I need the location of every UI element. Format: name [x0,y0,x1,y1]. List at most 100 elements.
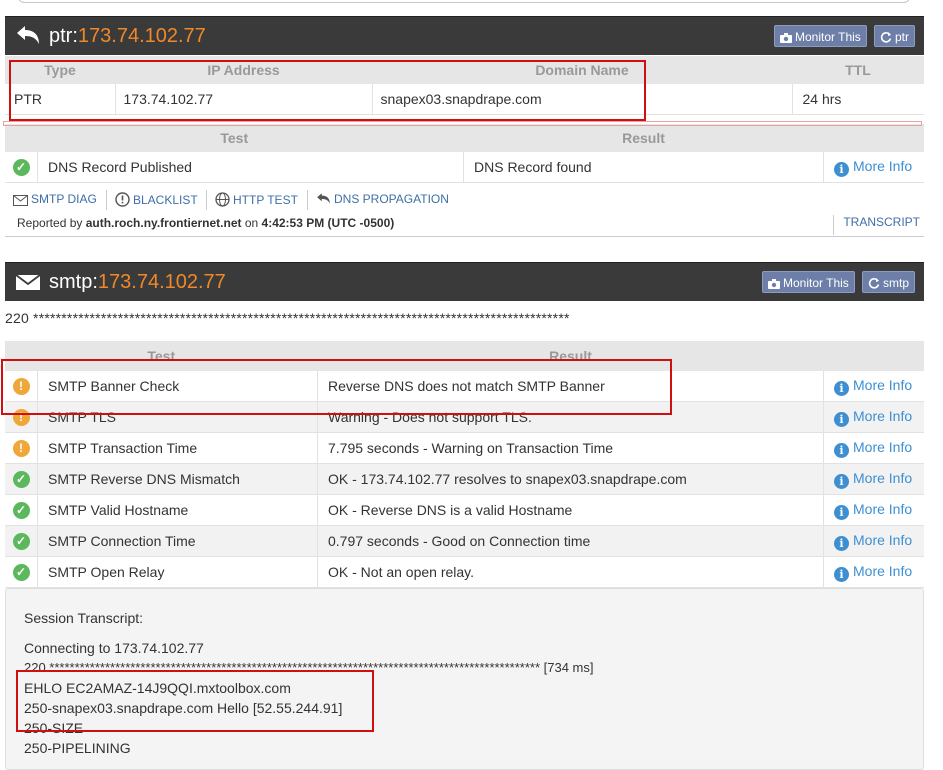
column-header: Test [5,341,318,371]
info-icon: i [834,473,849,489]
reply-arrow-icon [17,26,39,44]
transcript-link[interactable]: TRANSCRIPT [833,215,920,235]
smtp-header-bar: smtp:173.74.102.77 Monitor This smtp [5,262,924,301]
more-info-link[interactable]: i More Info [823,556,924,588]
transcript-line: 250-snapex03.snapdrape.com Hello [52.55.… [24,700,343,716]
smtp-banner-text: 220 ************************************… [5,310,570,326]
camera-icon [768,279,780,289]
column-header: Result [463,124,824,152]
record-type: PTR [5,84,115,115]
smtp-refresh-button[interactable]: smtp [862,271,916,293]
globe-icon [215,192,230,207]
test-result: 0.797 seconds - Good on Connection time [317,525,824,557]
envelope-icon [13,195,28,206]
alert-circle-icon [115,192,130,207]
table-row: PTR 173.74.102.77 snapex03.snapdrape.com… [5,84,924,115]
camera-icon [780,33,792,43]
test-result: OK - Not an open relay. [317,556,824,588]
transcript-line: 250-SIZE [24,720,84,736]
warning-icon: ! [12,409,30,426]
http-test-link[interactable]: HTTP TEST [215,192,298,207]
column-header: TTL [792,56,924,84]
test-name: SMTP Valid Hostname [37,494,318,526]
table-row: ✓ SMTP Reverse DNS Mismatch OK - 173.74.… [5,463,924,495]
refresh-icon [868,278,880,289]
table-row: ✓ DNS Record Published DNS Record found … [5,152,924,183]
test-result: 7.795 seconds - Warning on Transaction T… [317,432,824,464]
ptr-header-bar: ptr:173.74.102.77 Monitor This ptr [5,16,924,55]
transcript-line: 250-PIPELINING [24,740,131,756]
top-frame [18,0,910,3]
check-icon: ✓ [12,533,30,550]
more-info-link[interactable]: i More Info [823,525,924,557]
session-title: Session Transcript: [24,610,144,626]
test-result: DNS Record found [463,152,824,183]
record-ttl: 24 hrs [791,84,924,115]
transcript-line: 220 ************************************… [24,660,594,675]
column-header: IP Address [115,56,372,84]
more-info-link[interactable]: i More Info [823,432,924,464]
info-icon: i [834,442,849,458]
ptr-monitor-button[interactable]: Monitor This [774,25,867,47]
test-name: SMTP Connection Time [37,525,318,557]
test-result: Reverse DNS does not match SMTP Banner [317,371,824,402]
table-row: ✓ SMTP Connection Time 0.797 seconds - G… [5,525,924,557]
column-header: Test [5,124,464,152]
transcript-line: Connecting to 173.74.102.77 [24,640,204,656]
dns-propagation-link[interactable]: DNS PROPAGATION [316,192,449,206]
smtp-monitor-button[interactable]: Monitor This [762,271,855,293]
table-row: ✓ SMTP Open Relay OK - Not an open relay… [5,556,924,588]
table-row: ! SMTP TLS Warning - Does not support TL… [5,401,924,433]
envelope-icon [15,274,41,290]
check-icon: ✓ [12,502,30,519]
more-info-link[interactable]: i More Info [823,463,924,495]
test-name: DNS Record Published [37,152,464,183]
check-icon: ✓ [12,564,30,581]
info-icon: i [834,411,849,427]
test-result: OK - Reverse DNS is a valid Hostname [317,494,824,526]
session-transcript: Session Transcript: Connecting to 173.74… [5,588,924,770]
more-info-link[interactable]: i More Info [823,371,924,402]
reported-by-text: Reported by auth.roch.ny.frontiernet.net… [17,216,395,230]
ptr-record-table: Type IP Address Domain Name TTL PTR 173.… [5,56,924,115]
column-header: Result [317,341,824,371]
ptr-refresh-button[interactable]: ptr [874,25,916,47]
ptr-test-table: Test Result ✓ DNS Record Published DNS R… [5,124,924,183]
record-domain: snapex03.snapdrape.com [371,84,792,115]
test-name: SMTP TLS [37,401,318,433]
smtp-diag-link[interactable]: SMTP DIAG [13,192,97,206]
column-header: Domain Name [372,56,792,84]
check-icon: ✓ [12,471,30,488]
ptr-title: ptr:173.74.102.77 [49,25,206,47]
blacklist-link[interactable]: BLACKLIST [115,192,198,207]
table-row: ! SMTP Transaction Time 7.795 seconds - … [5,432,924,464]
test-name: SMTP Open Relay [37,556,318,588]
test-result: Warning - Does not support TLS. [317,401,824,433]
divider [206,190,207,210]
check-icon: ✓ [12,159,30,176]
test-name: SMTP Reverse DNS Mismatch [37,463,318,495]
divider [106,190,107,210]
info-icon: i [834,504,849,520]
warning-icon: ! [12,440,30,457]
test-result: OK - 173.74.102.77 resolves to snapex03.… [317,463,824,495]
info-icon: i [834,566,849,582]
more-info-link[interactable]: i More Info [823,152,924,183]
warning-icon: ! [12,378,30,395]
test-name: SMTP Banner Check [37,371,318,402]
refresh-icon [880,32,892,43]
divider [307,190,308,210]
table-row: ✓ SMTP Valid Hostname OK - Reverse DNS i… [5,494,924,526]
tool-links-bar: SMTP DIAG BLACKLIST HTTP TEST DNS PROPAG… [5,184,924,237]
info-icon: i [834,380,849,396]
smtp-title: smtp:173.74.102.77 [49,271,226,293]
more-info-link[interactable]: i More Info [823,401,924,433]
more-info-link[interactable]: i More Info [823,494,924,526]
record-ip: 173.74.102.77 [114,84,372,115]
transcript-line: EHLO EC2AMAZ-14J9QQI.mxtoolbox.com [24,680,291,696]
info-icon: i [834,161,849,177]
column-header: Type [5,56,115,84]
reply-arrow-icon [317,193,330,204]
test-name: SMTP Transaction Time [37,432,318,464]
smtp-test-table: Test Result ! SMTP Banner Check Reverse … [5,341,924,588]
